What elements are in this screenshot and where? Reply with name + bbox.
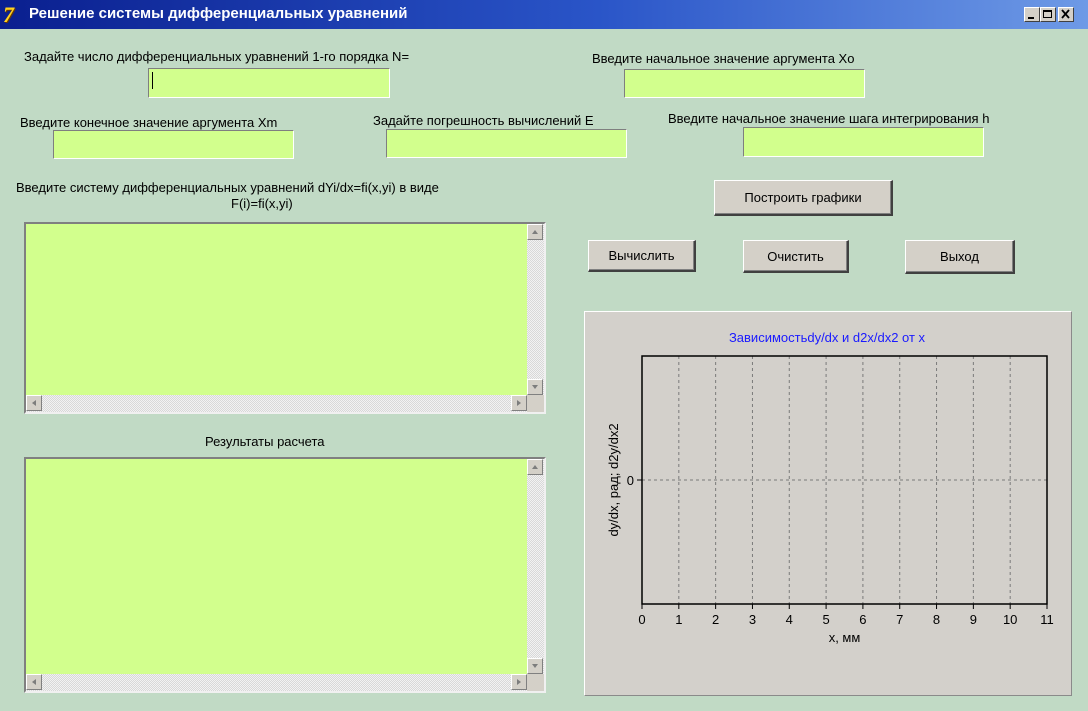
arrow-down-icon [532,664,538,668]
n-label: Задайте число дифференциальных уравнений… [24,49,410,64]
x-tick-label: 10 [1003,612,1017,627]
system-horizontal-scrollbar[interactable] [26,395,527,412]
x-tick-label: 11 [1040,612,1054,627]
arrow-up-icon [532,465,538,469]
chart-svg: Зависимостьdy/dx и d2x/dx2 от x 0 1 2 3 4 5 6 7… [606,330,1054,645]
xm-label: Введите конечное значение аргумента Xm [20,115,278,130]
n-input[interactable] [148,68,390,98]
text-caret [152,72,153,89]
plot-graphs-button[interactable]: Построить графики [714,180,893,216]
system-vertical-scrollbar[interactable] [527,224,544,395]
x-axis-label: x, мм [829,630,861,645]
system-label: Введите систему дифференциальных уравнен… [16,180,439,195]
x0-label: Введите начальное значение аргумента Xo [592,51,855,66]
results-horizontal-scrollbar[interactable] [26,674,527,691]
arrow-down-icon [532,385,538,389]
system-label-line2: F(i)=fi(x,yi) [231,196,293,211]
scroll-up-button[interactable] [527,224,543,240]
close-button[interactable] [1058,7,1074,22]
chart-title: Зависимостьdy/dx и d2x/dx2 от x [729,330,926,345]
title-bar[interactable]: 7 Решение системы дифференциальных уравн… [0,0,1088,29]
scroll-down-button[interactable] [527,658,543,674]
scroll-right-button[interactable] [511,674,527,690]
arrow-right-icon [517,679,521,685]
y-axis-label: dy/dx, рад; d2y/dx2 [606,423,621,536]
h-input[interactable] [743,127,984,157]
xm-input[interactable] [53,130,294,159]
x-tick-label: 6 [859,612,866,627]
scroll-down-button[interactable] [527,379,543,395]
x-tick-label: 4 [786,612,793,627]
scroll-left-button[interactable] [26,674,42,690]
e-input[interactable] [386,129,627,158]
x-tick-label: 0 [638,612,645,627]
e-label: Задайте погрешность вычислений E [373,113,594,128]
arrow-up-icon [532,230,538,234]
x0-input[interactable] [624,69,865,98]
y-tick-label: 0 [627,473,634,488]
x-tick-label: 8 [933,612,940,627]
arrow-left-icon [32,400,36,406]
scroll-right-button[interactable] [511,395,527,411]
window-title: Решение системы дифференциальных уравнен… [29,5,408,22]
arrow-left-icon [32,679,36,685]
arrow-right-icon [517,400,521,406]
maximize-icon [1043,10,1052,18]
x-tick-label: 5 [822,612,829,627]
results-memo[interactable] [24,457,546,693]
results-label: Результаты расчета [205,434,325,449]
chart-panel: Зависимостьdy/dx и d2x/dx2 от x 0 1 2 3 4 5 6 7… [584,311,1072,696]
h-label: Введите начальное значение шага интегрир… [668,111,990,126]
maximize-button[interactable] [1040,7,1056,22]
minimize-button[interactable] [1024,7,1040,22]
minimize-icon [1028,17,1034,19]
app-icon[interactable]: 7 [3,4,25,26]
exit-button[interactable]: Выход [905,240,1015,274]
x-tick-label: 9 [970,612,977,627]
x-tick-label: 2 [712,612,719,627]
x-tick-label: 3 [749,612,756,627]
scroll-up-button[interactable] [527,459,543,475]
close-icon [1061,9,1070,19]
compute-button[interactable]: Вычислить [588,240,696,272]
chart-grid [642,356,1047,604]
x-tick-label: 1 [675,612,682,627]
scroll-left-button[interactable] [26,395,42,411]
results-vertical-scrollbar[interactable] [527,459,544,674]
scroll-corner [527,395,544,412]
clear-button[interactable]: Очистить [743,240,849,273]
scroll-corner [527,674,544,691]
x-tick-label: 7 [896,612,903,627]
system-memo[interactable] [24,222,546,414]
